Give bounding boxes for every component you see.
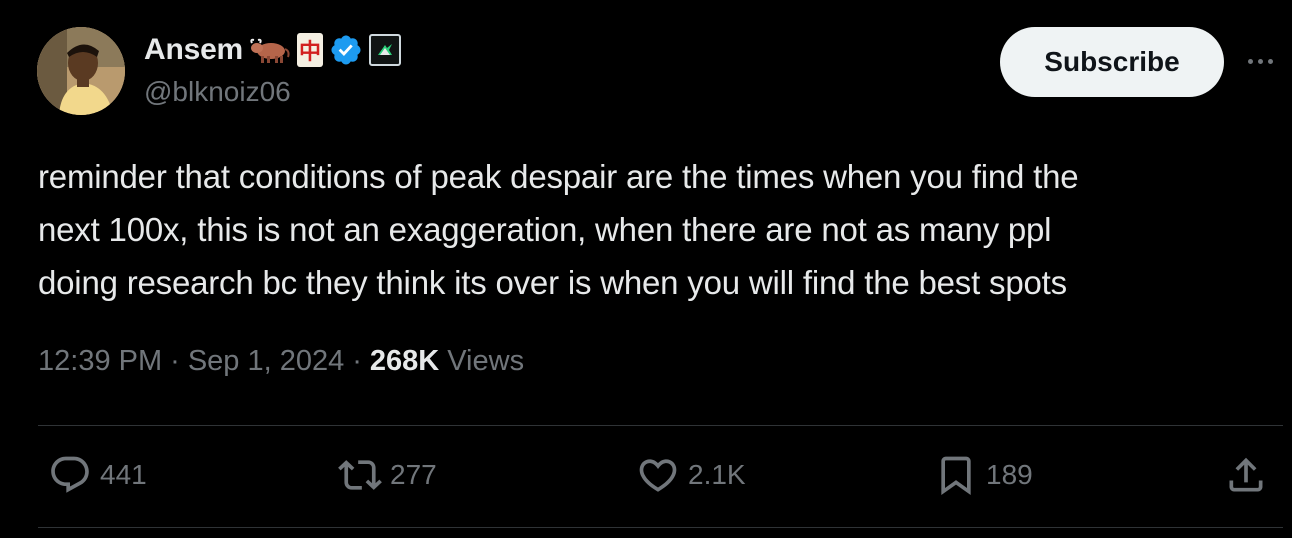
- avatar-image: [37, 27, 125, 115]
- more-dot: [1247, 58, 1253, 64]
- bookmark-button[interactable]: 189: [934, 452, 1033, 498]
- author-display-name[interactable]: Ansem: [144, 33, 243, 67]
- share-button[interactable]: [1224, 452, 1268, 498]
- reply-icon: [51, 456, 89, 493]
- bookmark-count: 189: [986, 459, 1033, 490]
- divider: [38, 425, 1283, 426]
- views-label[interactable]: Views: [447, 345, 524, 378]
- tweet-meta: 12:39 PM · Sep 1, 2024 · 268K Views: [38, 345, 524, 378]
- more-dot: [1257, 58, 1263, 64]
- meta-separator: ·: [352, 345, 362, 377]
- repost-count: 277: [390, 459, 437, 490]
- avatar[interactable]: [37, 27, 125, 115]
- bookmark-icon: [941, 456, 971, 496]
- tweet-date[interactable]: Sep 1, 2024: [188, 345, 344, 378]
- heart-icon: [639, 459, 677, 492]
- meta-separator: ·: [170, 345, 180, 377]
- more-icon[interactable]: [1240, 46, 1280, 76]
- tweet-text: reminder that conditions of peak despair…: [38, 158, 1079, 301]
- views-count[interactable]: 268K: [370, 345, 439, 378]
- subscribe-button[interactable]: Subscribe: [1000, 27, 1224, 97]
- affiliate-badge-icon[interactable]: [369, 34, 402, 66]
- repost-button[interactable]: 277: [338, 452, 437, 498]
- like-button[interactable]: 2.1K: [636, 452, 746, 498]
- mahjong-red-dragon-icon: 中: [297, 33, 324, 67]
- verified-badge-icon[interactable]: [329, 33, 363, 67]
- reply-button[interactable]: 441: [48, 452, 147, 498]
- ox-emoji-icon: [249, 35, 291, 65]
- share-icon: [1229, 457, 1263, 492]
- reply-count: 441: [100, 459, 147, 490]
- more-dot: [1267, 58, 1273, 64]
- repost-icon: [338, 460, 382, 490]
- like-count: 2.1K: [688, 459, 746, 490]
- author-handle[interactable]: @blknoiz06: [144, 76, 291, 108]
- divider: [38, 527, 1283, 528]
- author-name-row[interactable]: Ansem 中: [144, 30, 402, 70]
- tweet-time[interactable]: 12:39 PM: [38, 345, 162, 378]
